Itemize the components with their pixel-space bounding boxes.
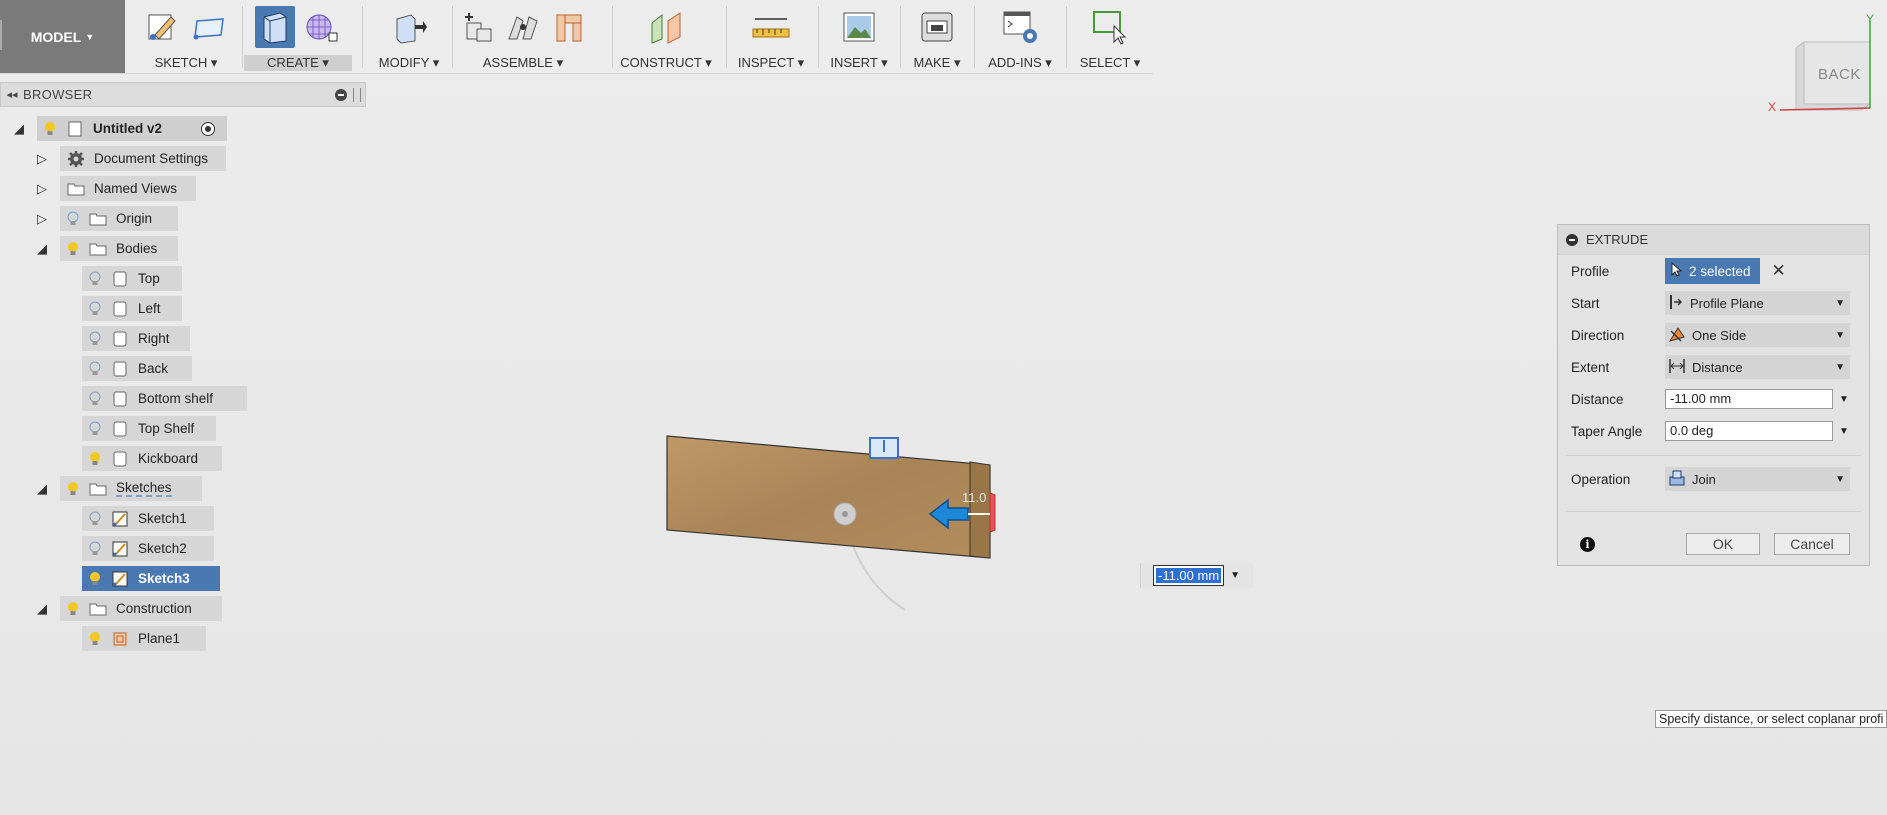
divider [1566, 511, 1861, 512]
chevron-down-icon[interactable]: ▼ [1230, 570, 1240, 581]
profile-selection-button[interactable]: 2 selected [1665, 258, 1760, 284]
profile-marker [869, 437, 899, 459]
profile-row: Profile 2 selected ✕ [1558, 257, 1869, 285]
distance-inline-value[interactable]: -11.00 mm [1156, 568, 1222, 583]
one-side-icon [1668, 325, 1686, 346]
direction-select[interactable]: One Side ▼ [1665, 323, 1850, 347]
direction-value: One Side [1692, 327, 1747, 343]
distance-extent-icon [1668, 358, 1686, 377]
chevron-down-icon[interactable]: ▼ [1839, 394, 1849, 405]
start-select[interactable]: Profile Plane ▼ [1665, 291, 1850, 315]
dimension-hint: 11.0 [962, 490, 986, 505]
tooltip: Specify distance, or select coplanar pro… [1655, 710, 1887, 728]
profile-value: 2 selected [1689, 263, 1751, 279]
start-row: Start Profile Plane ▼ [1558, 289, 1869, 317]
wood-body [666, 435, 991, 559]
extrude-dialog: EXTRUDE Profile 2 selected ✕ Start Profi… [1557, 224, 1870, 566]
operation-value: Join [1692, 471, 1716, 487]
divider [1566, 455, 1861, 456]
distance-input[interactable]: -11.00 mm [1665, 389, 1833, 409]
info-icon[interactable]: i [1580, 537, 1595, 552]
operation-row: Operation Join ▼ [1558, 465, 1869, 493]
selected-edge [989, 492, 996, 533]
chevron-down-icon: ▼ [1835, 329, 1845, 341]
start-value: Profile Plane [1690, 295, 1764, 311]
extent-select[interactable]: Distance ▼ [1665, 355, 1850, 379]
join-icon [1668, 469, 1686, 490]
taper-row: Taper Angle 0.0 deg ▼ [1558, 417, 1869, 445]
pivot-point [833, 502, 857, 526]
taper-angle-input[interactable]: 0.0 deg [1665, 421, 1833, 441]
extent-row: Extent Distance ▼ [1558, 353, 1869, 381]
chevron-down-icon[interactable]: ▼ [1839, 426, 1849, 437]
distance-label: Distance [1571, 391, 1624, 407]
direction-row: Direction One Side ▼ [1558, 321, 1869, 349]
extrude-title: EXTRUDE [1586, 232, 1649, 247]
operation-select[interactable]: Join ▼ [1665, 467, 1850, 491]
start-label: Start [1571, 295, 1600, 311]
extent-value: Distance [1692, 359, 1743, 375]
extrude-title-bar[interactable]: EXTRUDE [1558, 225, 1869, 255]
clear-selection-icon[interactable]: ✕ [1772, 261, 1786, 281]
cancel-button[interactable]: Cancel [1774, 533, 1850, 555]
direction-label: Direction [1571, 327, 1625, 343]
ok-button[interactable]: OK [1686, 533, 1760, 555]
chevron-down-icon: ▼ [1835, 473, 1845, 485]
collapse-dialog-icon[interactable] [1566, 233, 1578, 246]
distance-inline-input[interactable]: -11.00 mm ▼ [1140, 563, 1253, 588]
cursor-arrow-icon [1671, 261, 1683, 280]
taper-angle-label: Taper Angle [1571, 423, 1643, 439]
profile-plane-icon [1668, 294, 1684, 313]
extent-label: Extent [1571, 359, 1610, 375]
operation-label: Operation [1571, 471, 1631, 487]
chevron-down-icon: ▼ [1835, 297, 1845, 309]
distance-row: Distance -11.00 mm ▼ [1558, 385, 1869, 413]
chevron-down-icon: ▼ [1835, 361, 1845, 373]
profile-label: Profile [1571, 263, 1610, 279]
